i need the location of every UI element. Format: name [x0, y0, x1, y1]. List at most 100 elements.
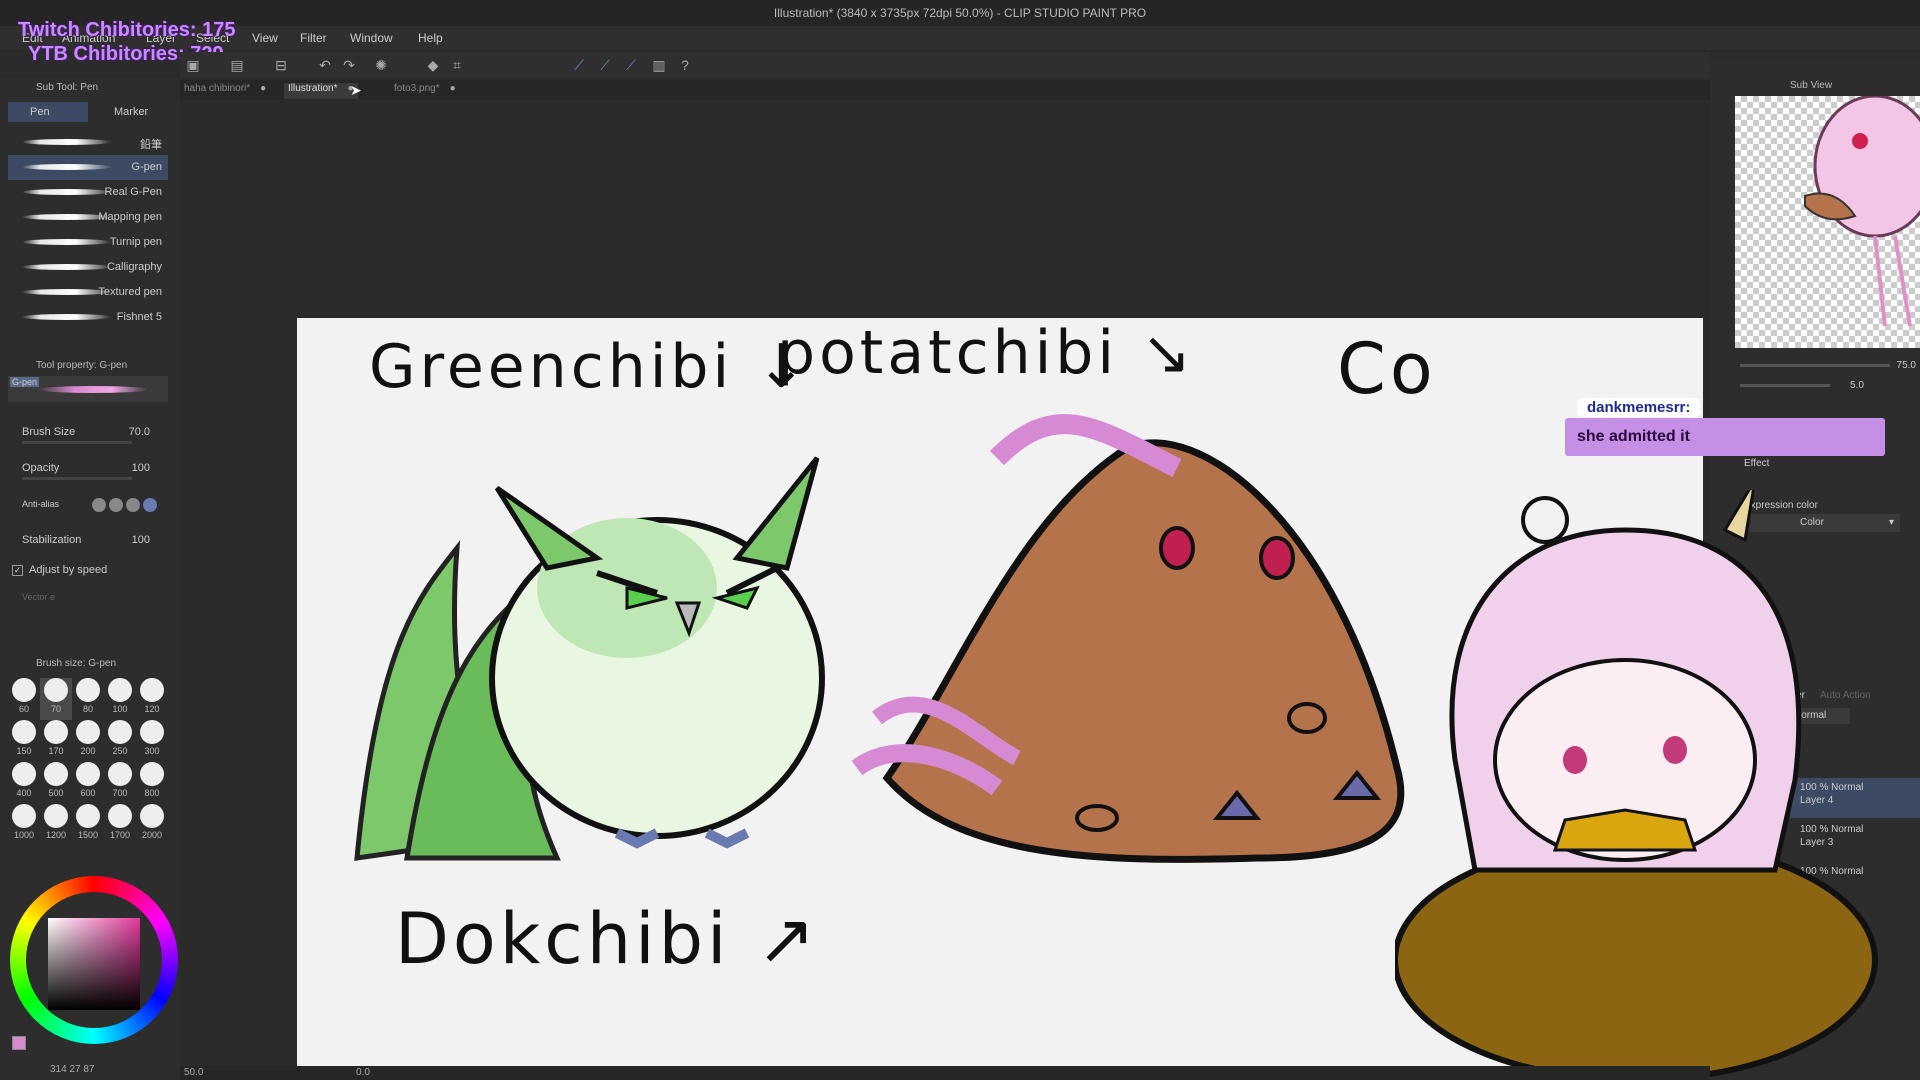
- brush-size-preset[interactable]: 170: [40, 720, 72, 762]
- chat-message-text: she admitted it: [1565, 418, 1885, 456]
- brush-size-preset[interactable]: 1700: [104, 804, 136, 846]
- loading-icon[interactable]: ✺: [372, 56, 390, 74]
- brush-size-row[interactable]: Brush Size 70.0: [22, 426, 162, 444]
- subview-artwork: [1804, 96, 1920, 327]
- brush-size-dot-icon: [140, 762, 164, 786]
- brush-size-dot-icon: [44, 678, 68, 702]
- brush-size-label: 300: [144, 746, 160, 756]
- brush-item[interactable]: Calligraphy: [8, 255, 168, 280]
- redo-icon[interactable]: ↷: [340, 56, 358, 74]
- ruler2-icon[interactable]: ⟋: [596, 56, 614, 74]
- adjust-speed-row[interactable]: ✓ Adjust by speed: [12, 564, 152, 576]
- brush-size-preset[interactable]: 100: [104, 678, 136, 720]
- brush-size-preset[interactable]: 1000: [8, 804, 40, 846]
- brush-size-preset[interactable]: 500: [40, 762, 72, 804]
- opacity-slider[interactable]: [22, 477, 132, 480]
- brush-size-preset[interactable]: 700: [104, 762, 136, 804]
- antialias-row[interactable]: Anti-alias: [22, 498, 162, 512]
- help-icon[interactable]: ?: [676, 56, 694, 74]
- brush-size-preset[interactable]: 70: [40, 678, 72, 720]
- tab-illustration[interactable]: Illustration* ●: [284, 83, 358, 99]
- tab-close-icon[interactable]: ●: [450, 83, 456, 94]
- brush-item[interactable]: Fishnet 5: [8, 305, 168, 330]
- sub-view-preview[interactable]: [1735, 96, 1920, 348]
- tab-label: Illustration*: [288, 83, 338, 94]
- adjust-speed-checkbox[interactable]: ✓: [12, 564, 23, 576]
- brush-size-preset[interactable]: 150: [8, 720, 40, 762]
- stabilization-row[interactable]: Stabilization 100: [22, 534, 162, 546]
- tab-pen[interactable]: Pen: [8, 102, 88, 122]
- menu-filter[interactable]: Filter: [300, 31, 327, 45]
- fill-icon[interactable]: ◆: [424, 56, 442, 74]
- brush-size-preset[interactable]: 200: [72, 720, 104, 762]
- brush-size-dot-icon: [76, 762, 100, 786]
- rotation-value[interactable]: 0.0: [356, 1067, 370, 1078]
- subview-slider-1[interactable]: [1740, 364, 1890, 367]
- tab-foto3[interactable]: foto3.png* ●: [390, 83, 460, 99]
- brush-size-preset[interactable]: 800: [136, 762, 168, 804]
- page-icon[interactable]: ▥: [650, 56, 668, 74]
- tab-marker[interactable]: Marker: [92, 102, 172, 122]
- brush-size-preset[interactable]: 120: [136, 678, 168, 720]
- tool-property-header: Tool property: G-pen: [36, 360, 128, 371]
- menu-view[interactable]: View: [252, 31, 278, 45]
- subtool-header: Sub Tool: Pen: [36, 82, 99, 93]
- status-bar: 50.0 0.0: [180, 1066, 1710, 1080]
- brush-size-preset[interactable]: 250: [104, 720, 136, 762]
- brush-size-slider[interactable]: [22, 441, 132, 444]
- tab-label: haha chibinori*: [184, 83, 251, 94]
- brush-size-value[interactable]: 70.0: [129, 426, 150, 438]
- zoom-value[interactable]: 50.0: [184, 1067, 203, 1078]
- brush-item-selected[interactable]: G-pen: [8, 155, 168, 180]
- brush-item[interactable]: Turnip pen: [8, 230, 168, 255]
- brush-size-dot-icon: [44, 720, 68, 744]
- subtool-tabs: Pen Marker: [8, 102, 168, 122]
- brush-item[interactable]: 鉛筆: [8, 130, 168, 155]
- title-bar: Illustration* (3840 x 3735px 72dpi 50.0%…: [0, 0, 1920, 26]
- crop-icon[interactable]: ⌗: [448, 56, 466, 74]
- brush-size-preset[interactable]: 400: [8, 762, 40, 804]
- adjust-speed-label: Adjust by speed: [29, 564, 108, 576]
- ruler3-icon[interactable]: ⟋: [622, 56, 640, 74]
- mouse-cursor-icon: ➤: [350, 82, 362, 98]
- brush-item[interactable]: Mapping pen: [8, 205, 168, 230]
- brush-size-preset[interactable]: 300: [136, 720, 168, 762]
- brush-label: Fishnet 5: [116, 311, 162, 323]
- save-icon[interactable]: ⊟: [272, 56, 290, 74]
- subview-slider-2[interactable]: [1740, 384, 1830, 387]
- stabilization-value[interactable]: 100: [132, 534, 150, 546]
- potato-chibi-bird: [851, 414, 1405, 863]
- brush-size-dot-icon: [12, 678, 36, 702]
- antialias-options[interactable]: [92, 498, 160, 515]
- brush-size-preset[interactable]: 2000: [136, 804, 168, 846]
- undo-icon[interactable]: ↶: [316, 56, 334, 74]
- brush-size-dot-icon: [108, 762, 132, 786]
- brush-size-preset[interactable]: 1500: [72, 804, 104, 846]
- brush-size-label: 1000: [13, 830, 35, 840]
- menu-window[interactable]: Window: [350, 31, 393, 45]
- color-saturation-square[interactable]: [48, 918, 140, 1010]
- effect-label: Effect: [1744, 458, 1770, 469]
- brush-size-preset[interactable]: 80: [72, 678, 104, 720]
- menu-help[interactable]: Help: [418, 31, 443, 45]
- brush-item[interactable]: Real G-Pen: [8, 180, 168, 205]
- brush-size-preset[interactable]: 600: [72, 762, 104, 804]
- opacity-row[interactable]: Opacity 100: [22, 462, 162, 480]
- tab-haha-chibinori[interactable]: haha chibinori* ●: [180, 83, 270, 99]
- color-wheel[interactable]: [10, 876, 178, 1044]
- brush-size-preset[interactable]: 60: [8, 678, 40, 720]
- new-file-icon[interactable]: ▣: [184, 56, 202, 74]
- brush-preset-preview[interactable]: G-pen: [8, 376, 168, 402]
- tab-close-icon[interactable]: ●: [260, 83, 266, 94]
- main-color-swatch[interactable]: [12, 1036, 26, 1050]
- opacity-label: Opacity: [22, 462, 60, 474]
- brush-size-label: 700: [112, 788, 128, 798]
- brush-size-preset[interactable]: 1200: [40, 804, 72, 846]
- brush-size-dot-icon: [44, 762, 68, 786]
- open-icon[interactable]: ▤: [228, 56, 246, 74]
- brush-size-dot-icon: [108, 804, 132, 828]
- opacity-value[interactable]: 100: [132, 462, 150, 474]
- brush-item[interactable]: Textured pen: [8, 280, 168, 305]
- ruler-icon[interactable]: ⟋: [570, 56, 588, 74]
- brush-size-label: 800: [144, 788, 160, 798]
